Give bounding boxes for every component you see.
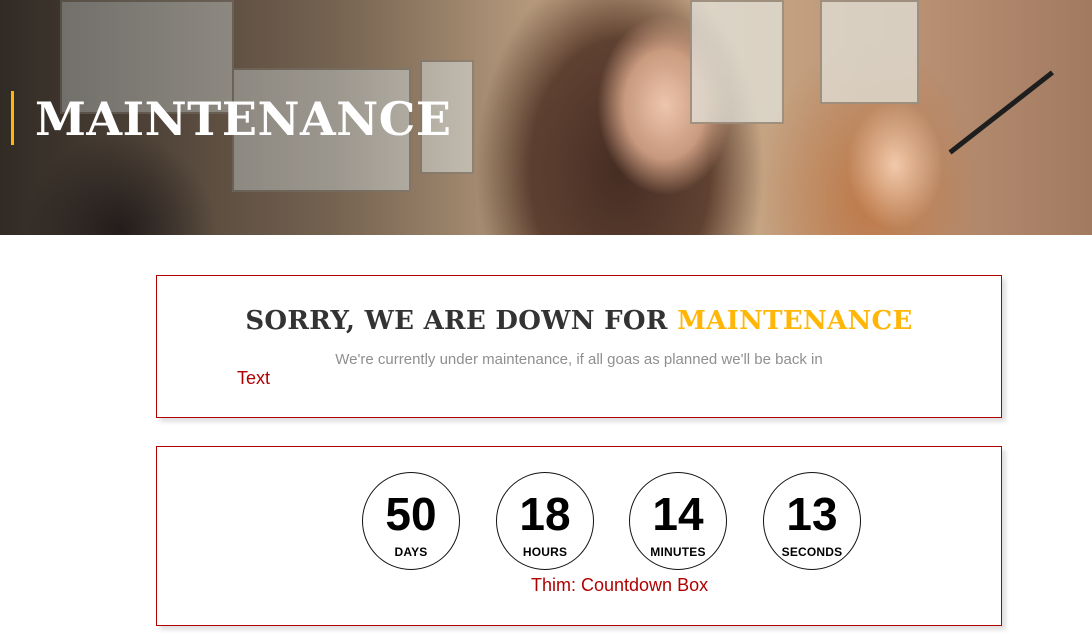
countdown-minutes: 14 MINUTES xyxy=(629,472,727,570)
maintenance-text-widget[interactable]: SORRY, WE ARE DOWN FOR MAINTENANCE We're… xyxy=(156,275,1002,418)
title-accent-bar xyxy=(11,91,14,145)
countdown-days-value: 50 xyxy=(385,488,437,540)
background-whiteboard xyxy=(820,0,919,104)
countdown-widget[interactable]: 50 DAYS 18 HOURS 14 MINUTES 13 SECONDS T… xyxy=(156,446,1002,626)
heading-text: SORRY, WE ARE DOWN FOR xyxy=(245,306,678,336)
countdown-hours-label: HOURS xyxy=(522,545,568,559)
maintenance-subtext: We're currently under maintenance, if al… xyxy=(335,351,823,368)
maintenance-heading: SORRY, WE ARE DOWN FOR MAINTENANCE xyxy=(157,306,1001,336)
hero-banner: MAINTENANCE xyxy=(0,0,1092,235)
pointer-stick xyxy=(948,70,1054,155)
countdown-minutes-value: 14 xyxy=(652,488,704,540)
widget-label-countdown: Thim: Countdown Box xyxy=(531,575,709,595)
countdown-seconds-label: SECONDS xyxy=(781,545,843,559)
countdown-seconds-value: 13 xyxy=(786,488,838,540)
heading-highlight: MAINTENANCE xyxy=(677,306,913,336)
countdown-days-label: DAYS xyxy=(394,545,428,559)
widget-label-text: Text xyxy=(237,368,271,388)
countdown-days: 50 DAYS xyxy=(362,472,460,570)
page-title: MAINTENANCE xyxy=(35,92,452,146)
countdown-minutes-label: MINUTES xyxy=(650,545,706,559)
countdown-hours-value: 18 xyxy=(519,488,571,540)
background-whiteboard xyxy=(690,0,784,124)
countdown-hours: 18 HOURS xyxy=(496,472,594,570)
countdown-seconds: 13 SECONDS xyxy=(763,472,861,570)
